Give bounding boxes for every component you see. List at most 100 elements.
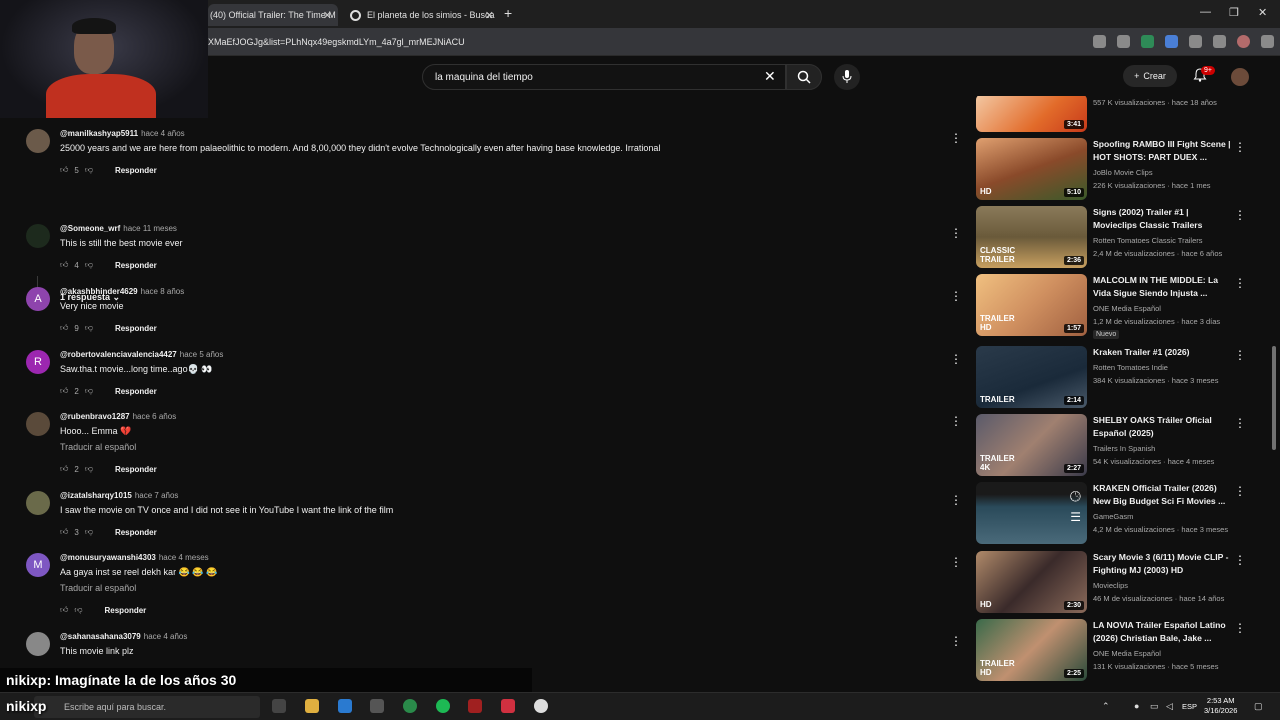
- reply-button[interactable]: Responder: [105, 606, 147, 615]
- menu-icon[interactable]: [1261, 35, 1274, 48]
- file-explorer-icon[interactable]: [305, 699, 319, 713]
- like-icon[interactable]: 👍︎: [60, 605, 68, 615]
- comment-author[interactable]: @akashbhinder4629: [60, 287, 138, 296]
- video-thumbnail[interactable]: CLASSIC TRAILER 2:36: [976, 206, 1087, 268]
- more-options-icon[interactable]: ⋮: [1234, 276, 1246, 290]
- video-item[interactable]: CLASSIC TRAILER 2:36 Signs (2002) Traile…: [976, 206, 1266, 270]
- more-options-icon[interactable]: ⋮: [1234, 553, 1246, 567]
- reply-button[interactable]: Responder: [115, 166, 157, 175]
- avatar[interactable]: A: [26, 287, 50, 311]
- profile-avatar[interactable]: [1237, 35, 1250, 48]
- add-to-queue-icon[interactable]: ☰: [1070, 510, 1081, 524]
- comment-author[interactable]: @izatalsharqy1015: [60, 491, 132, 500]
- video-title[interactable]: MALCOLM IN THE MIDDLE: La Vida Sigue Sie…: [1093, 274, 1231, 300]
- app-icon[interactable]: [468, 699, 482, 713]
- more-options-icon[interactable]: ⋮: [950, 414, 960, 428]
- store-icon[interactable]: [370, 699, 384, 713]
- dislike-icon[interactable]: 👎︎: [85, 464, 93, 474]
- avatar[interactable]: [26, 632, 50, 656]
- dislike-icon[interactable]: 👎︎: [74, 605, 82, 615]
- reply-button[interactable]: Responder: [115, 528, 157, 537]
- more-options-icon[interactable]: ⋮: [950, 555, 960, 569]
- reply-button[interactable]: Responder: [115, 261, 157, 270]
- video-title[interactable]: Scary Movie 3 (6/11) Movie CLIP - Fighti…: [1093, 551, 1231, 577]
- more-options-icon[interactable]: ⋮: [1234, 484, 1246, 498]
- search-input[interactable]: la maquina del tiempo: [422, 64, 786, 90]
- more-options-icon[interactable]: ⋮: [950, 634, 960, 648]
- close-icon[interactable]: ✕: [485, 9, 494, 22]
- dislike-icon[interactable]: 👎︎: [85, 527, 93, 537]
- video-thumbnail[interactable]: HD 5:10: [976, 138, 1087, 200]
- more-options-icon[interactable]: ⋮: [950, 352, 960, 366]
- avatar[interactable]: [26, 129, 50, 153]
- comment-author[interactable]: @Someone_wrf: [60, 224, 120, 233]
- voice-search-button[interactable]: [834, 64, 860, 90]
- video-title[interactable]: LA NOVIA Tráiler Español Latino (2026) C…: [1093, 619, 1231, 645]
- language-indicator[interactable]: ESP: [1182, 702, 1197, 711]
- like-icon[interactable]: 👍︎: [60, 165, 68, 175]
- more-options-icon[interactable]: ⋮: [950, 493, 960, 507]
- channel-name[interactable]: Rotten Tomatoes Indie: [1093, 363, 1168, 372]
- avatar[interactable]: R: [26, 350, 50, 374]
- bookmark-star-icon[interactable]: [1117, 35, 1130, 48]
- comment-author[interactable]: @rubenbravo1287: [60, 412, 130, 421]
- more-options-icon[interactable]: ⋮: [950, 226, 960, 240]
- channel-name[interactable]: Movieclips: [1093, 581, 1128, 590]
- like-icon[interactable]: 👍︎: [60, 323, 68, 333]
- spotify-icon[interactable]: [436, 699, 450, 713]
- notifications-icon[interactable]: ▢: [1254, 701, 1263, 712]
- video-title[interactable]: Signs (2002) Trailer #1 | Movieclips Cla…: [1093, 206, 1231, 232]
- network-icon[interactable]: ▭: [1150, 701, 1159, 712]
- more-options-icon[interactable]: ⋮: [1234, 208, 1246, 222]
- video-item[interactable]: TRAILER HD 1:57 MALCOLM IN THE MIDDLE: L…: [976, 274, 1266, 339]
- like-icon[interactable]: 👍︎: [60, 260, 68, 270]
- video-thumbnail[interactable]: TRAILER 4K 2:27: [976, 414, 1087, 476]
- minimize-icon[interactable]: —: [1200, 6, 1211, 18]
- video-title[interactable]: Kraken Trailer #1 (2026): [1093, 346, 1231, 359]
- video-thumbnail[interactable]: 🕒︎ ☰: [976, 482, 1087, 544]
- comment-author[interactable]: @robertovalenciavalencia4427: [60, 350, 177, 359]
- watch-later-icon[interactable]: 🕒︎: [1070, 488, 1081, 505]
- dislike-icon[interactable]: 👎︎: [85, 260, 93, 270]
- video-thumbnail[interactable]: 3:41: [976, 96, 1087, 132]
- mic-icon[interactable]: ●: [1134, 701, 1139, 711]
- comment-author[interactable]: @sahanasahana3079: [60, 632, 141, 641]
- more-options-icon[interactable]: ⋮: [1234, 140, 1246, 154]
- url-field[interactable]: XMaEfJOGJg&list=PLhNqx49egskmdLYm_4a7gl_…: [208, 37, 465, 47]
- avatar[interactable]: [26, 412, 50, 436]
- dislike-icon[interactable]: 👎︎: [85, 323, 93, 333]
- translate-link[interactable]: Traducir al español: [60, 583, 136, 593]
- avatar[interactable]: M: [26, 553, 50, 577]
- channel-name[interactable]: JoBlo Movie Clips: [1093, 168, 1153, 177]
- extension-icon[interactable]: [1141, 35, 1154, 48]
- comment-author[interactable]: @monusuryawanshi4303: [60, 553, 156, 562]
- user-avatar[interactable]: [1231, 68, 1249, 86]
- install-icon[interactable]: [1093, 35, 1106, 48]
- reply-button[interactable]: Responder: [115, 324, 157, 333]
- tab-official-trailer[interactable]: (40) Official Trailer: The Time M ✕: [208, 4, 338, 26]
- video-item[interactable]: HD 2:30 Scary Movie 3 (6/11) Movie CLIP …: [976, 551, 1266, 615]
- more-options-icon[interactable]: ⋮: [950, 289, 960, 303]
- more-options-icon[interactable]: ⋮: [1234, 621, 1246, 635]
- video-thumbnail[interactable]: TRAILER HD 2:25: [976, 619, 1087, 681]
- more-options-icon[interactable]: ⋮: [1234, 416, 1246, 430]
- taskbar-search-input[interactable]: Escribe aquí para buscar.: [34, 696, 260, 718]
- video-item[interactable]: TRAILER 4K 2:27 SHELBY OAKS Tráiler Ofic…: [976, 414, 1266, 478]
- video-title[interactable]: SHELBY OAKS Tráiler Oficial Español (202…: [1093, 414, 1231, 440]
- avatar[interactable]: [26, 491, 50, 515]
- search-button[interactable]: [786, 64, 822, 90]
- dislike-icon[interactable]: 👎︎: [85, 165, 93, 175]
- video-thumbnail[interactable]: TRAILER HD 1:57: [976, 274, 1087, 336]
- clock[interactable]: 2:53 AM 3/16/2026: [1204, 696, 1237, 716]
- video-title[interactable]: KRAKEN Official Trailer (2026) New Big B…: [1093, 482, 1231, 508]
- create-button[interactable]: + Crear: [1123, 65, 1177, 87]
- obs-icon[interactable]: [534, 699, 548, 713]
- edge-icon[interactable]: [338, 699, 352, 713]
- new-tab-button[interactable]: +: [504, 5, 512, 21]
- video-thumbnail[interactable]: TRAILER 2:14: [976, 346, 1087, 408]
- restore-icon[interactable]: ❐: [1229, 6, 1239, 19]
- channel-name[interactable]: GameGasm: [1093, 512, 1133, 521]
- translate-icon[interactable]: [1165, 35, 1178, 48]
- like-icon[interactable]: 👍︎: [60, 386, 68, 396]
- dislike-icon[interactable]: 👎︎: [85, 386, 93, 396]
